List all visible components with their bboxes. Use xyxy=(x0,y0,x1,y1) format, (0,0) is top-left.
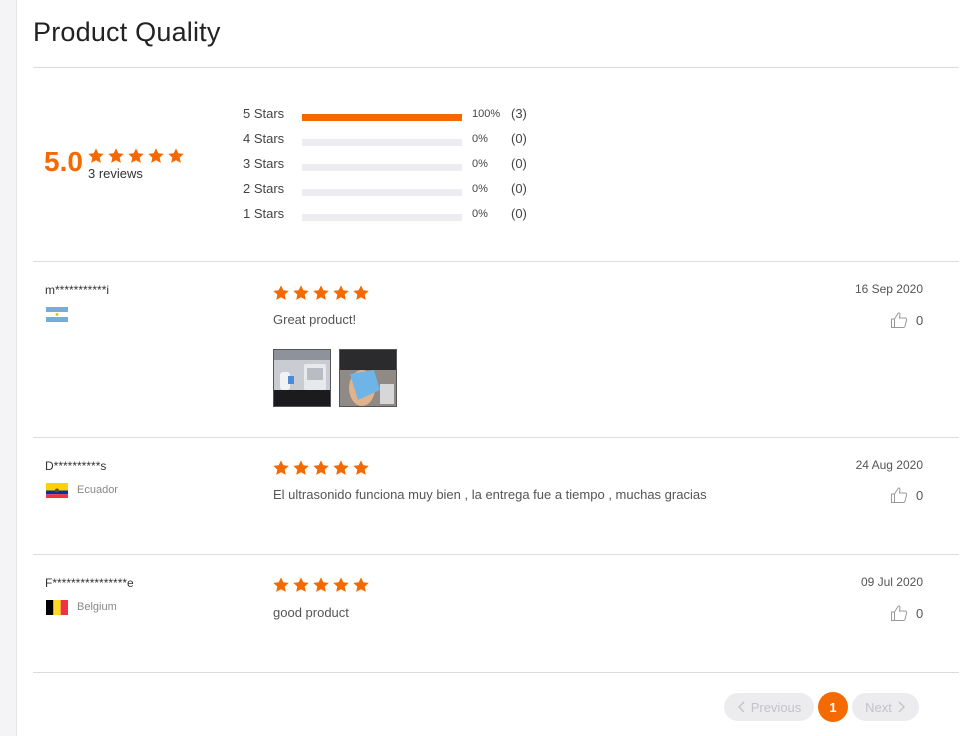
review-photo-thumbnail[interactable] xyxy=(339,349,397,407)
title-divider xyxy=(33,67,959,68)
review-date: 24 Aug 2020 xyxy=(855,458,923,472)
star-icon xyxy=(352,576,370,594)
like-count: 0 xyxy=(916,605,924,621)
like-count: 0 xyxy=(916,487,924,503)
distribution-bar xyxy=(302,114,462,121)
review-stars xyxy=(272,284,370,302)
distribution-percent: 0% xyxy=(472,133,488,145)
distribution-label: 3 Stars xyxy=(243,156,285,171)
review-item: F****************e Belgium good product … xyxy=(33,555,959,672)
chevron-left-icon xyxy=(737,701,745,713)
average-stars xyxy=(87,147,185,165)
star-icon xyxy=(107,147,125,165)
distribution-bar xyxy=(302,214,462,221)
distribution-label: 5 Stars xyxy=(243,106,285,121)
distribution-bar xyxy=(302,189,462,196)
star-icon xyxy=(332,459,350,477)
like-count: 0 xyxy=(916,312,924,328)
distribution-label: 4 Stars xyxy=(243,131,285,146)
review-text: good product xyxy=(273,605,349,620)
distribution-percent: 0% xyxy=(472,208,488,220)
chevron-right-icon xyxy=(898,701,905,713)
star-icon xyxy=(272,284,290,302)
distribution-count: (0) xyxy=(511,156,527,171)
review-item: m***********i Great product! 16 Sep 2020… xyxy=(33,262,959,437)
star-icon xyxy=(147,147,165,165)
distribution-count: (0) xyxy=(511,131,527,146)
star-icon xyxy=(272,459,290,477)
review-text: El ultrasonido funciona muy bien , la en… xyxy=(273,487,707,502)
star-icon xyxy=(87,147,105,165)
ultrasound-probe-photo-icon xyxy=(340,350,396,406)
left-panel-edge xyxy=(0,0,17,736)
next-label: Next xyxy=(865,699,892,715)
star-icon xyxy=(127,147,145,165)
review-photo-thumbnail[interactable] xyxy=(273,349,331,407)
reviewer-country: Ecuador xyxy=(77,484,118,496)
average-score: 5.0 xyxy=(44,146,83,177)
like-button[interactable]: 0 xyxy=(890,486,923,504)
star-icon xyxy=(332,284,350,302)
distribution-percent: 0% xyxy=(472,158,488,170)
star-icon xyxy=(352,284,370,302)
thumbs-up-icon xyxy=(891,487,908,503)
ultrasound-device-photo-icon xyxy=(274,350,330,406)
review-divider xyxy=(33,672,959,673)
distribution-percent: 100% xyxy=(472,108,501,120)
star-icon xyxy=(352,459,370,477)
thumbs-up-icon xyxy=(891,312,908,328)
reviewer-country: Belgium xyxy=(77,601,117,613)
distribution-count: (0) xyxy=(511,181,527,196)
distribution-percent: 0% xyxy=(472,183,488,195)
star-icon xyxy=(292,284,310,302)
argentina-flag-icon xyxy=(46,307,68,322)
distribution-count: (0) xyxy=(511,206,527,221)
distribution-label: 1 Stars xyxy=(243,206,285,221)
review-count: 3 reviews xyxy=(88,166,143,181)
star-icon xyxy=(292,459,310,477)
belgium-flag-icon xyxy=(46,600,68,615)
like-button[interactable]: 0 xyxy=(890,604,923,622)
page-number-button[interactable]: 1 xyxy=(818,692,848,722)
distribution-row[interactable]: 1 Stars 0% (0) xyxy=(243,206,563,226)
star-icon xyxy=(312,576,330,594)
distribution-label: 2 Stars xyxy=(243,181,285,196)
distribution-row[interactable]: 3 Stars 0% (0) xyxy=(243,156,563,176)
like-button[interactable]: 0 xyxy=(890,311,923,329)
review-item: D**********s Ecuador El ultrasonido func… xyxy=(33,438,959,554)
review-stars xyxy=(272,459,370,477)
review-text: Great product! xyxy=(273,312,357,327)
star-icon xyxy=(332,576,350,594)
ecuador-flag-icon xyxy=(46,483,68,498)
star-icon xyxy=(312,284,330,302)
distribution-bar xyxy=(302,139,462,146)
previous-page-button[interactable]: Previous xyxy=(724,693,814,721)
distribution-row[interactable]: 2 Stars 0% (0) xyxy=(243,181,563,201)
review-date: 09 Jul 2020 xyxy=(860,575,923,589)
previous-label: Previous xyxy=(750,699,802,715)
reviewer-name: D**********s xyxy=(45,459,107,473)
star-icon xyxy=(167,147,185,165)
distribution-bar xyxy=(302,164,462,171)
thumbs-up-icon xyxy=(891,605,908,621)
reviewer-name: m***********i xyxy=(45,283,110,297)
distribution-bar-fill xyxy=(302,114,462,121)
star-icon xyxy=(312,459,330,477)
distribution-count: (3) xyxy=(511,106,527,121)
review-date: 16 Sep 2020 xyxy=(854,282,923,296)
distribution-row[interactable]: 4 Stars 0% (0) xyxy=(243,131,563,151)
reviewer-name: F****************e xyxy=(45,576,134,590)
next-page-button[interactable]: Next xyxy=(852,693,919,721)
distribution-row[interactable]: 5 Stars 100% (3) xyxy=(243,106,563,126)
star-icon xyxy=(272,576,290,594)
review-stars xyxy=(272,576,370,594)
star-icon xyxy=(292,576,310,594)
page-title: Product Quality xyxy=(33,17,221,47)
